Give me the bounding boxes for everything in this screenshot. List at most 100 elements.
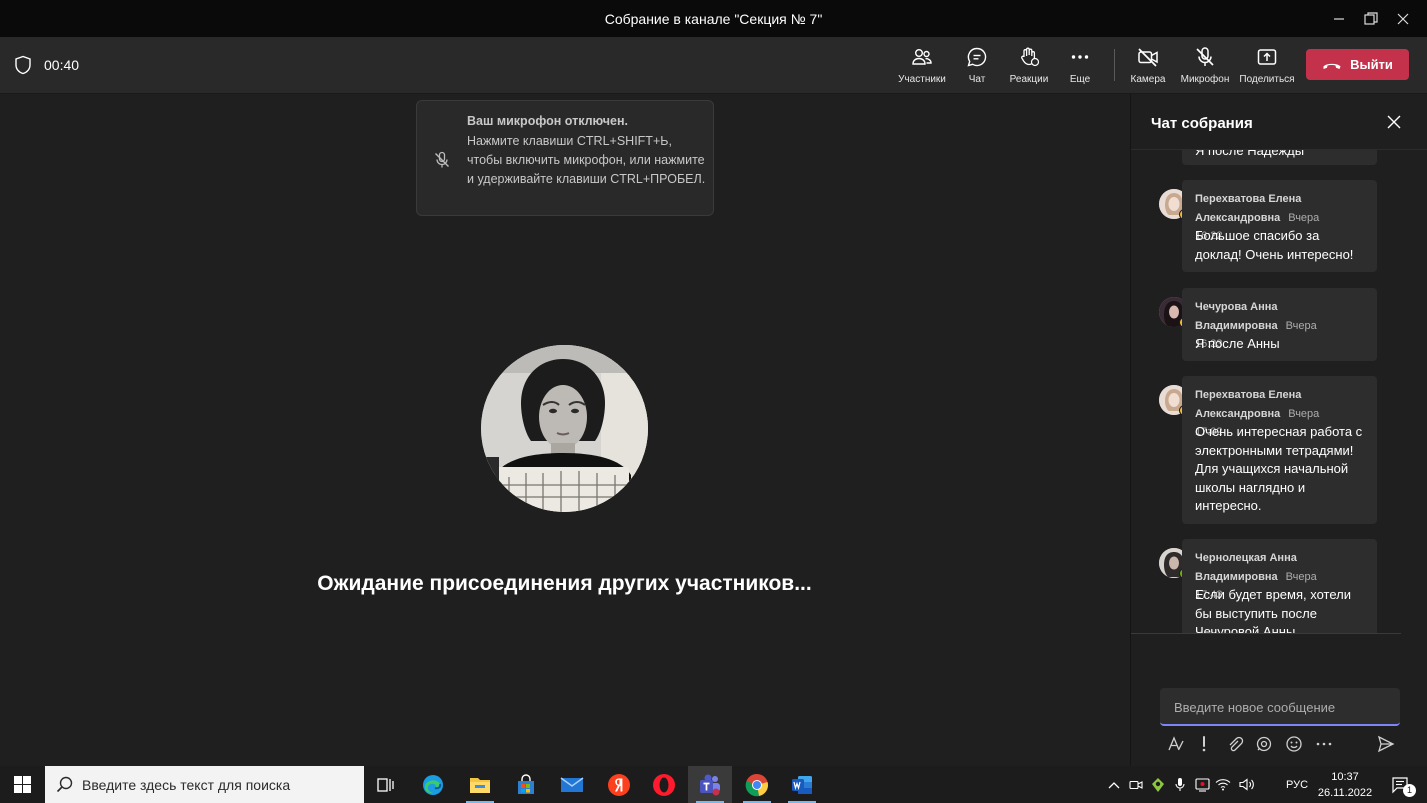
teams-meeting-window: Собрание в канале "Секция № 7" 00:40 Уча…: [0, 0, 1427, 803]
security-app-icon: [1152, 777, 1164, 792]
leave-label: Выйти: [1350, 57, 1393, 72]
meeting-chat-panel: Чат собрания Я после Надежды Перехватова…: [1130, 94, 1427, 766]
camera-tray-icon: [1129, 780, 1143, 789]
loop-icon[interactable]: [1254, 734, 1274, 754]
show-hidden-icons-button[interactable]: [1104, 766, 1124, 803]
teams-icon: [700, 774, 720, 795]
task-view-icon: [377, 777, 394, 792]
network-tray[interactable]: [1214, 766, 1232, 803]
people-icon: [912, 49, 932, 65]
notification-title: Ваш микрофон отключен.: [467, 114, 628, 128]
taskbar-search-input[interactable]: Введите здесь текст для поиска: [45, 766, 364, 803]
task-view-button[interactable]: [364, 766, 408, 803]
display-tray[interactable]: [1193, 766, 1211, 803]
chat-icon: [967, 47, 987, 67]
camera-off-icon: [1138, 48, 1158, 67]
message-text: Если будет время, хотели бы выступить по…: [1195, 587, 1351, 634]
title-bar: Собрание в канале "Секция № 7": [0, 0, 1427, 37]
chat-message: Перехватова Елена Александровна Вчера 17:0…: [1182, 376, 1377, 524]
format-icon[interactable]: [1166, 734, 1186, 754]
list-divider: [1131, 633, 1401, 634]
microphone-label: Микрофон: [1180, 74, 1230, 85]
shield-icon: [15, 55, 31, 75]
more-options-icon[interactable]: [1314, 734, 1334, 754]
message-input-placeholder: Введите новое сообщение: [1174, 700, 1336, 715]
participants-button[interactable]: Участники: [894, 43, 950, 89]
mic-tray[interactable]: [1171, 766, 1189, 803]
more-button[interactable]: Еще: [1052, 43, 1108, 89]
search-icon: [56, 776, 73, 793]
input-language[interactable]: РУС: [1282, 766, 1312, 803]
message-text: Я после Надежды: [1195, 150, 1305, 158]
emoji-icon[interactable]: [1284, 734, 1304, 754]
more-dots-icon: [1071, 55, 1089, 59]
reactions-button[interactable]: Реакции: [1001, 43, 1057, 89]
meeting-toolbar: 00:40 Участники Чат Реакции Еще Камера М…: [0, 37, 1427, 94]
teams-app[interactable]: [688, 766, 732, 803]
windows-taskbar: Введите здесь текст для поиска РУС 10:37…: [0, 766, 1427, 803]
word-icon: [792, 775, 812, 794]
meeting-stage: Ваш микрофон отключен. Нажмите клавиши C…: [0, 94, 1130, 766]
waiting-message: Ожидание присоединения других участников…: [0, 572, 1130, 596]
edge-icon: [423, 774, 443, 795]
windows-logo-icon: [14, 776, 31, 793]
screen-record-icon: [1194, 777, 1210, 792]
microphone-tray-icon: [1175, 778, 1185, 791]
message-text: Очень интересная работа с электронными т…: [1195, 424, 1363, 513]
share-screen-icon: [1257, 49, 1277, 65]
clock-time: 10:37: [1331, 771, 1359, 783]
mail-icon: [560, 776, 584, 792]
edge-app[interactable]: [411, 766, 455, 803]
chat-header: Чат собрания: [1151, 115, 1253, 132]
message-text: Большое спасибо за доклад! Очень интерес…: [1195, 228, 1354, 262]
chevron-up-icon: [1108, 781, 1120, 788]
leave-button[interactable]: Выйти: [1306, 49, 1409, 80]
meet-now-tray[interactable]: [1127, 766, 1145, 803]
participants-label: Участники: [898, 74, 946, 85]
close-icon[interactable]: [1386, 114, 1402, 130]
opera-app[interactable]: [642, 766, 686, 803]
more-label: Еще: [1069, 74, 1091, 85]
chrome-app[interactable]: [735, 766, 779, 803]
yandex-icon: [608, 773, 630, 796]
start-button[interactable]: [0, 766, 45, 803]
camera-button[interactable]: Камера: [1120, 43, 1176, 89]
chat-label: Чат: [968, 74, 986, 85]
chat-message: Чернолецкая Анна Владимировна Вчера 17:43 …: [1182, 539, 1377, 634]
word-app[interactable]: [780, 766, 824, 803]
clock-date: 26.11.2022: [1317, 787, 1373, 799]
microphone-button[interactable]: Микрофон: [1177, 43, 1233, 89]
chat-message-list[interactable]: Я после Надежды Перехватова Елена Алексан…: [1131, 150, 1427, 634]
share-button[interactable]: Поделиться: [1239, 43, 1295, 89]
app-tray-icon[interactable]: [1148, 766, 1168, 803]
waiting-text: Ожидание присоединения других участников…: [317, 572, 812, 595]
raise-hand-icon: [1021, 47, 1040, 67]
share-label: Поделиться: [1239, 74, 1295, 85]
chrome-icon: [745, 773, 768, 796]
meeting-timer: 00:40: [44, 57, 80, 73]
volume-tray[interactable]: [1238, 766, 1256, 803]
yandex-browser-app[interactable]: [597, 766, 641, 803]
message-input[interactable]: Введите новое сообщение: [1160, 688, 1400, 726]
close-window-icon[interactable]: [1380, 0, 1426, 37]
toolbar-divider: [1114, 49, 1115, 81]
reactions-label: Реакции: [1009, 74, 1049, 85]
message-text: Я после Анны: [1195, 336, 1280, 351]
send-icon[interactable]: [1376, 734, 1396, 754]
mail-app[interactable]: [550, 766, 594, 803]
speaker-icon: [1239, 778, 1254, 791]
folder-icon: [470, 777, 490, 793]
search-placeholder: Введите здесь текст для поиска: [82, 777, 291, 793]
chat-message: Перехватова Елена Александровна Вчера 16:2…: [1182, 180, 1377, 272]
chat-message: Чечурова Анна Владимировна Вчера 16:23 Я п…: [1182, 288, 1377, 361]
attach-icon[interactable]: [1224, 734, 1244, 754]
file-explorer-app[interactable]: [458, 766, 502, 803]
notifications-button[interactable]: 1: [1384, 766, 1416, 803]
chat-button[interactable]: Чат: [949, 43, 1005, 89]
participant-avatar: [481, 345, 648, 512]
mic-off-icon: [435, 151, 449, 168]
mic-muted-notification: Ваш микрофон отключен. Нажмите клавиши C…: [416, 100, 714, 216]
important-icon[interactable]: [1194, 734, 1214, 754]
store-app[interactable]: [504, 766, 548, 803]
system-clock[interactable]: 10:37 26.11.2022: [1316, 769, 1374, 801]
